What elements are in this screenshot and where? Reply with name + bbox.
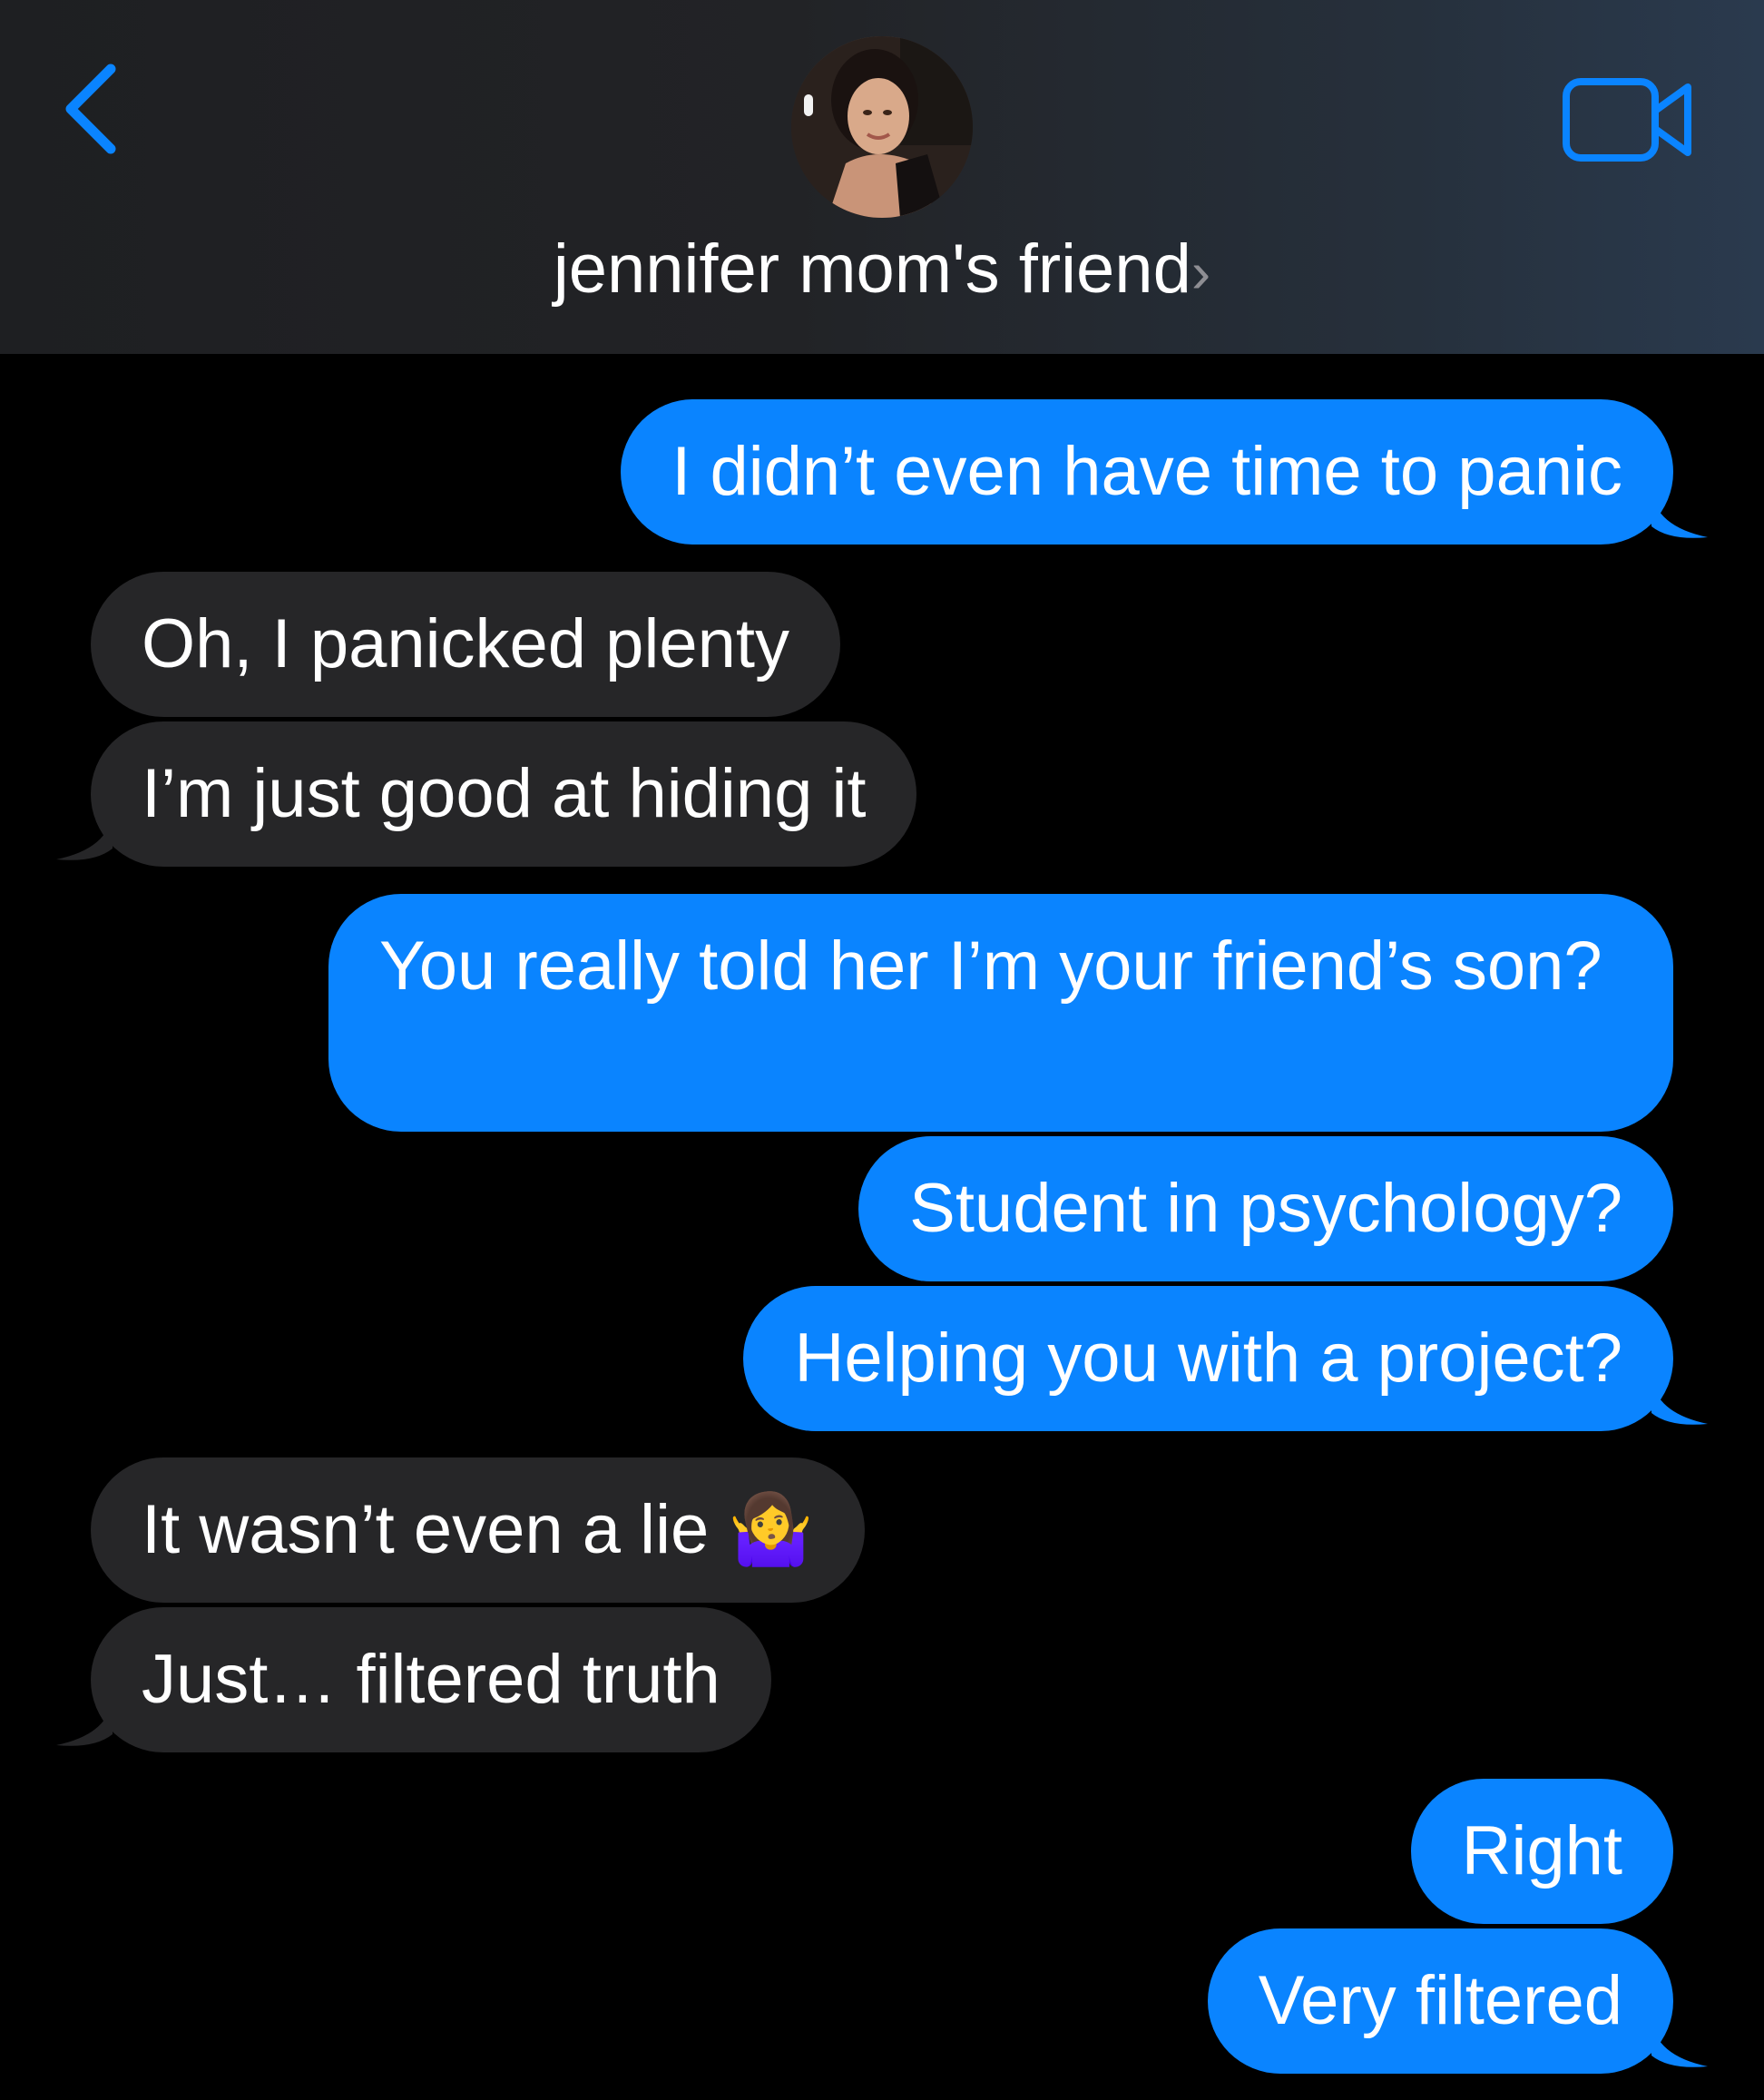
message-text: Very filtered <box>1258 1962 1622 2039</box>
video-camera-icon <box>1563 78 1691 162</box>
message-bubble-sent[interactable]: Very filtered <box>1207 1928 1673 2074</box>
bubble-tail-sent <box>1651 490 1708 538</box>
message-bubble-sent[interactable]: Right <box>1410 1779 1673 1924</box>
bubble-tail-sent <box>1651 1377 1708 1425</box>
avatar-photo <box>791 36 973 218</box>
message-bubble-sent[interactable]: Student in psychology? <box>858 1136 1673 1281</box>
message-text: Oh, I panicked plenty <box>142 605 789 682</box>
message-bubble-received[interactable]: I’m just good at hiding it <box>91 721 917 867</box>
message-bubble-sent[interactable]: I didn’t even have time to panic <box>621 399 1673 545</box>
bubble-tail-sent <box>1651 2019 1708 2067</box>
message-bubble-received[interactable]: Oh, I panicked plenty <box>91 572 840 717</box>
bubble-tail-received <box>56 812 113 860</box>
bubble-tail-received <box>56 1698 113 1746</box>
message-text: It wasn’t even a lie 🤷‍♀️ <box>142 1491 814 1568</box>
message-text: I’m just good at hiding it <box>142 755 867 832</box>
message-text: Right <box>1461 1812 1622 1889</box>
facetime-video-button[interactable] <box>1561 74 1697 165</box>
back-button[interactable] <box>54 54 127 163</box>
contact-name[interactable]: jennifer mom's friend› <box>0 229 1764 313</box>
chevron-left-icon <box>65 64 116 154</box>
message-text: You really told her I’m your friend’s so… <box>379 927 1602 1005</box>
message-text: Student in psychology? <box>909 1170 1622 1247</box>
message-bubble-received[interactable]: It wasn’t even a lie 🤷‍♀️ <box>91 1457 865 1603</box>
message-bubble-sent[interactable]: Helping you with a project? <box>743 1286 1673 1431</box>
contact-avatar[interactable] <box>791 36 973 218</box>
contact-name-text: jennifer mom's friend <box>553 231 1191 308</box>
conversation-header: jennifer mom's friend› <box>0 0 1764 354</box>
message-bubble-received[interactable]: Just… filtered truth <box>91 1607 771 1752</box>
message-text: I didn’t even have time to panic <box>671 433 1622 510</box>
chevron-right-icon: › <box>1191 240 1211 305</box>
message-text: Just… filtered truth <box>142 1641 720 1718</box>
message-text: Helping you with a project? <box>794 1320 1622 1397</box>
message-bubble-sent[interactable]: You really told her I’m your friend’s so… <box>328 894 1673 1132</box>
